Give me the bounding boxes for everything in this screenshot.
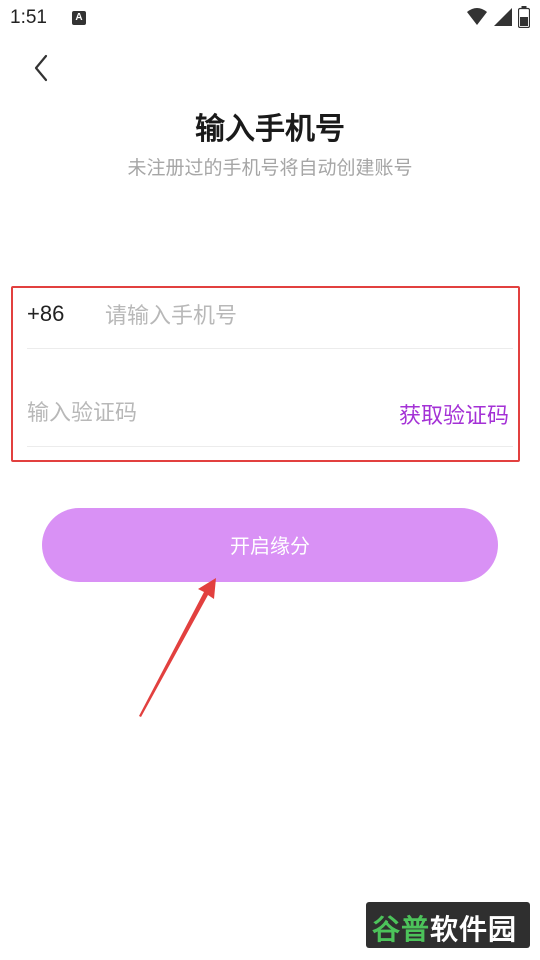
watermark-logo: 谷普软件园 [366, 902, 530, 948]
annotation-arrow [139, 578, 216, 717]
watermark-text: 谷普软件园 [372, 913, 518, 946]
